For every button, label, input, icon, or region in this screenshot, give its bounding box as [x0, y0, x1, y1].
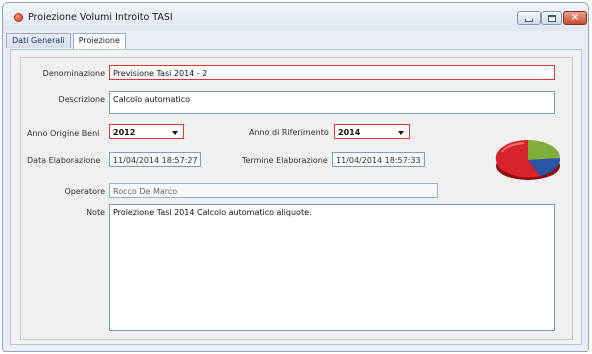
app-icon: [14, 13, 23, 22]
termine-elaborazione-label: Termine Elaborazione: [242, 156, 328, 165]
descrizione-label: Descrizione: [58, 95, 105, 104]
anno-origine-beni-value: 2012: [113, 128, 136, 137]
chevron-down-icon: [172, 131, 178, 135]
maximize-icon: [547, 14, 556, 22]
maximize-button[interactable]: [541, 11, 562, 25]
denominazione-label: Denominazione: [42, 69, 105, 78]
data-elaborazione-label: Data Elaborazione: [27, 156, 101, 165]
operatore-label: Operatore: [64, 187, 105, 196]
termine-elaborazione-field[interactable]: 11/04/2014 18:57:33: [332, 152, 425, 167]
note-label: Note: [86, 208, 105, 217]
tab-panel: Denominazione Previsione Tasi 2014 - 2 D…: [10, 49, 582, 345]
tab-proiezione[interactable]: Proiezione: [72, 33, 126, 49]
anno-riferimento-value: 2014: [338, 128, 361, 137]
pie-chart-icon: [495, 139, 561, 180]
chevron-down-icon: [398, 131, 404, 135]
tab-dati-generali[interactable]: Dati Generali: [6, 33, 71, 48]
window-title: Proiezione Volumi Introito TASI: [28, 12, 173, 23]
main-window: Proiezione Volumi Introito TASI × Dati G…: [2, 2, 589, 352]
minimize-icon: [525, 18, 533, 22]
anno-riferimento-label: Anno di Riferimento: [249, 128, 329, 137]
anno-origine-beni-select[interactable]: 2012: [109, 124, 184, 139]
close-button[interactable]: ×: [563, 11, 587, 25]
operatore-field[interactable]: Rocco De Marco: [109, 183, 438, 198]
data-elaborazione-field[interactable]: 11/04/2014 18:57:27: [109, 152, 201, 167]
minimize-button[interactable]: [517, 11, 541, 25]
form-area: Denominazione Previsione Tasi 2014 - 2 D…: [20, 57, 573, 340]
tab-bar: Dati Generali Proiezione: [6, 33, 128, 49]
descrizione-field[interactable]: Calcolo automatico: [109, 91, 555, 114]
anno-riferimento-select[interactable]: 2014: [334, 124, 410, 139]
title-bar[interactable]: Proiezione Volumi Introito TASI ×: [3, 3, 588, 31]
anno-origine-beni-label: Anno Origine Beni: [27, 129, 100, 138]
close-icon: ×: [570, 12, 580, 23]
note-textarea[interactable]: Proiezione Tasi 2014 Calcolo automatico …: [109, 204, 555, 331]
denominazione-field[interactable]: Previsione Tasi 2014 - 2: [109, 65, 555, 80]
